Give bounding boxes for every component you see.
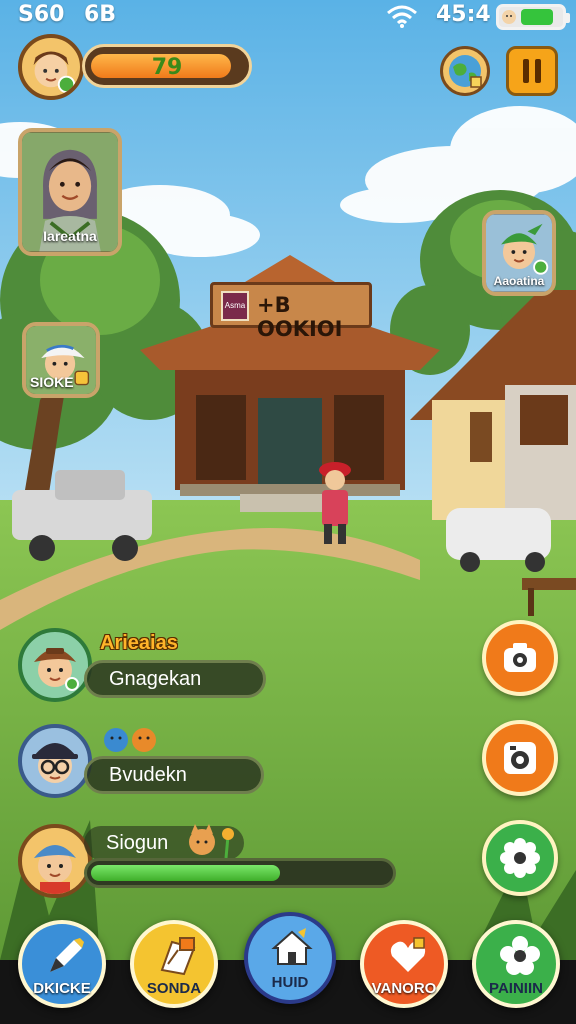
friend-row-1[interactable]: Gnagekan [84, 660, 266, 698]
building-sign[interactable]: Asma +B OOKIOI [210, 282, 372, 341]
nav-label-dkicke: DKICKE [33, 980, 91, 997]
character-portrait-main[interactable]: Iareatna [18, 128, 122, 256]
boy-brown-cap-icon [34, 648, 79, 691]
portrait-right-label: Aaoatina [493, 274, 545, 288]
friend-row-3-cat-icon [189, 824, 234, 859]
friend-row-2[interactable]: Bvudekn [84, 756, 264, 794]
nav-button-huid[interactable]: HUID [244, 912, 336, 1004]
boy-blue-cap-icon [34, 845, 76, 894]
friend-avatar-1[interactable] [18, 628, 92, 702]
nav-label-painiin: PAINIIN [489, 980, 543, 997]
nav-button-painiin[interactable]: PAINIIN [472, 920, 560, 1008]
player-avatar[interactable] [18, 34, 84, 100]
friend-row-3-title: Siogun [106, 832, 169, 854]
camera-button[interactable] [482, 620, 558, 696]
battery-cap [565, 13, 570, 23]
character-portrait-left[interactable]: SIOKE [22, 322, 100, 398]
friend-row-1-title: Arieaias [100, 632, 178, 654]
flower-icon [500, 936, 540, 975]
friend-row-2-pets-icon [104, 728, 156, 752]
friend-avatar-2[interactable] [18, 724, 92, 798]
pencil-icon [50, 938, 84, 972]
pause-button[interactable] [506, 46, 558, 96]
portrait-left-label: SIOKE [30, 374, 74, 390]
friend-row-3-progress-fill [91, 865, 280, 881]
nav-label-sonda: SONDA [146, 980, 202, 997]
player-face-icon [33, 51, 76, 94]
battery-face-icon [502, 10, 516, 24]
gear-icon [500, 838, 540, 878]
building-sign-logo: Asma [221, 291, 249, 321]
world-map-button[interactable] [440, 46, 490, 96]
nav-button-vanoro[interactable]: VANORO [360, 920, 448, 1008]
player-level-text: 79 [151, 55, 183, 80]
nav-label-vanoro: VANORO [371, 980, 437, 997]
photo-button[interactable] [482, 720, 558, 796]
portrait-main-label: Iareatna [43, 228, 97, 244]
character-portrait-right[interactable]: Aaoatina [482, 210, 556, 296]
nav-button-dkicke[interactable]: DKICKE [18, 920, 106, 1008]
battery-fill [521, 9, 553, 25]
heart-icon [390, 937, 426, 972]
wifi-icon [387, 5, 417, 28]
home-icon [271, 928, 313, 965]
settings-button[interactable] [482, 820, 558, 896]
battery-indicator [496, 4, 570, 30]
status-time: 45:4 [436, 2, 491, 27]
photo-icon [504, 742, 536, 774]
building-sign-logo-text: Asma [224, 301, 246, 310]
nav-label-huid: HUID [271, 974, 309, 991]
status-left-text: S60 [18, 2, 65, 27]
camera-icon [504, 643, 536, 672]
player-xp-bar: 79 [82, 44, 252, 88]
friend-row-3-progress-track [84, 858, 396, 888]
map-icon [160, 937, 196, 976]
globe-icon [449, 55, 482, 88]
pause-icon [523, 59, 541, 83]
friend-avatar-3[interactable] [18, 824, 92, 898]
nav-button-sonda[interactable]: SONDA [130, 920, 218, 1008]
status-left-text-2: 6B [84, 2, 117, 27]
boy-glasses-icon [32, 743, 78, 783]
building-sign-text: +B OOKIOI [257, 293, 343, 341]
